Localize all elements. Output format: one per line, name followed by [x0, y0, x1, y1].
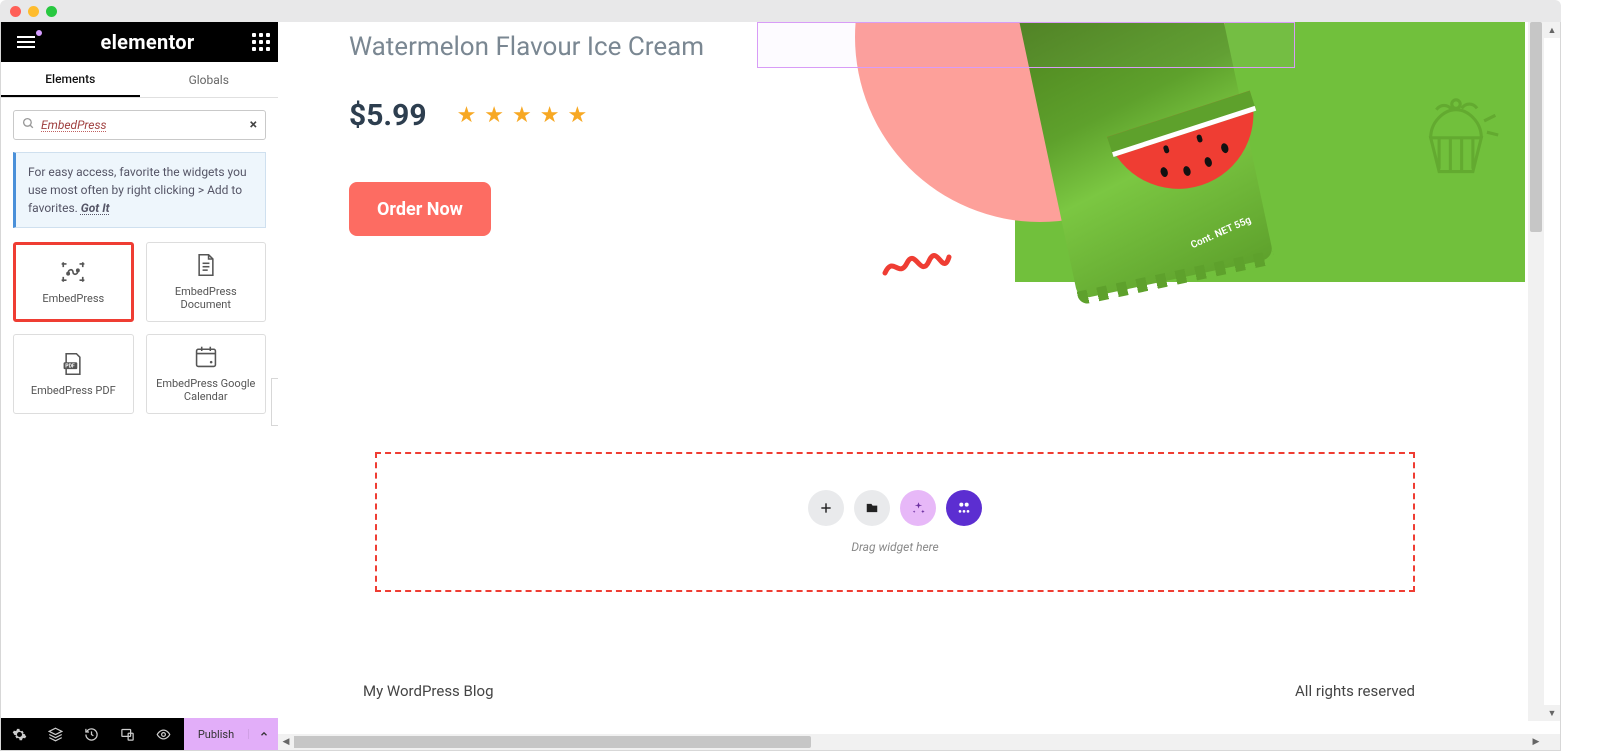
publish-group: Publish: [184, 718, 278, 750]
menu-button[interactable]: [9, 29, 43, 55]
vertical-scrollbar[interactable]: [1528, 22, 1544, 721]
search-icon: [22, 117, 35, 134]
squiggle-decor-icon: [881, 247, 953, 287]
responsive-button[interactable]: [109, 718, 145, 750]
star-icon: ★: [540, 103, 560, 128]
document-icon: [193, 253, 219, 277]
tab-globals[interactable]: Globals: [140, 62, 279, 97]
scroll-corner: [1544, 734, 1560, 750]
navigator-button[interactable]: [37, 718, 73, 750]
sidebar-tabs: Elements Globals: [1, 62, 278, 98]
price-row: $5.99 ★ ★ ★ ★ ★: [349, 98, 587, 133]
mac-zoom-icon[interactable]: [46, 6, 57, 17]
widget-label: EmbedPress: [42, 292, 104, 305]
search-clear-button[interactable]: ×: [250, 117, 257, 133]
preview-button[interactable]: [145, 718, 181, 750]
cupcake-decor-icon: [1411, 90, 1501, 184]
vscroll-thumb[interactable]: [1530, 22, 1542, 232]
mac-titlebar: [0, 0, 1561, 22]
app-window: elementor Elements Globals × For easy ac…: [0, 22, 1561, 751]
brand-logo: elementor: [100, 30, 194, 54]
sidebar-footer: Publish: [1, 718, 278, 750]
ai-button[interactable]: [900, 490, 936, 526]
blocks-button[interactable]: [946, 490, 982, 526]
star-icon: ★: [457, 103, 477, 128]
dropzone-buttons: [808, 490, 982, 526]
templates-button[interactable]: [854, 490, 890, 526]
sidebar-header: elementor: [1, 22, 278, 62]
page-footer: My WordPress Blog All rights reserved: [363, 682, 1415, 700]
tip-text: For easy access, favorite the widgets yo…: [28, 165, 247, 215]
star-icon: ★: [512, 103, 532, 128]
widget-label: EmbedPress PDF: [31, 384, 116, 397]
widget-embedpress-google-calendar[interactable]: EmbedPress Google Calendar: [146, 334, 267, 414]
widgets-grid-button[interactable]: [252, 33, 270, 51]
widget-embedpress-pdf[interactable]: PDF EmbedPress PDF: [13, 334, 134, 414]
search-input[interactable]: [41, 118, 244, 132]
canvas: Cont. NET 55g Waterm: [278, 22, 1560, 750]
canvas-content[interactable]: Cont. NET 55g Waterm: [291, 22, 1525, 721]
calendar-icon: [193, 345, 219, 369]
widget-embedpress-document[interactable]: EmbedPress Document: [146, 242, 267, 322]
mac-close-icon[interactable]: [10, 6, 21, 17]
editor-sidebar: elementor Elements Globals × For easy ac…: [1, 22, 278, 750]
footer-right: All rights reserved: [1295, 682, 1415, 700]
vscroll-down-button[interactable]: ▼: [1544, 705, 1560, 721]
vscroll-up-button[interactable]: ▲: [1544, 22, 1560, 38]
search-input-wrap: ×: [13, 110, 266, 140]
tab-elements[interactable]: Elements: [1, 62, 140, 97]
publish-button[interactable]: Publish: [184, 728, 248, 741]
tip-gotit-link[interactable]: Got It: [81, 201, 110, 215]
order-now-button[interactable]: Order Now: [349, 182, 491, 236]
product-price: $5.99: [349, 98, 427, 133]
bag-net-weight: Cont. NET 55g: [1189, 215, 1253, 251]
hscroll-right-button[interactable]: ▶: [1528, 734, 1544, 750]
star-icon: ★: [484, 103, 504, 128]
hscroll-left-button[interactable]: ◀: [278, 734, 294, 750]
settings-button[interactable]: [1, 718, 37, 750]
mac-minimize-icon[interactable]: [28, 6, 39, 17]
widget-embedpress[interactable]: EmbedPress: [13, 242, 134, 322]
widget-label: EmbedPress Google Calendar: [151, 377, 262, 403]
drop-zone[interactable]: Drag widget here: [375, 452, 1415, 592]
svg-text:PDF: PDF: [66, 363, 76, 369]
dropzone-hint: Drag widget here: [851, 540, 938, 554]
widgets-grid: EmbedPress EmbedPress Document PDF Embed…: [1, 242, 278, 414]
add-section-button[interactable]: [808, 490, 844, 526]
hscroll-thumb[interactable]: [291, 736, 811, 748]
footer-left: My WordPress Blog: [363, 682, 494, 700]
widget-label: EmbedPress Document: [151, 285, 262, 311]
product-title: Watermelon Flavour Ice Cream: [349, 32, 704, 62]
embedpress-icon: [60, 260, 86, 284]
horizontal-scrollbar[interactable]: [278, 734, 1544, 750]
history-button[interactable]: [73, 718, 109, 750]
pdf-icon: PDF: [60, 352, 86, 376]
publish-options-button[interactable]: [248, 729, 278, 739]
rating-stars: ★ ★ ★ ★ ★: [457, 103, 588, 128]
favorites-tip: For easy access, favorite the widgets yo…: [13, 152, 266, 228]
hamburger-icon: [17, 41, 35, 43]
selection-outline[interactable]: [757, 22, 1295, 68]
notification-badge-icon: [34, 28, 44, 38]
star-icon: ★: [568, 103, 588, 128]
